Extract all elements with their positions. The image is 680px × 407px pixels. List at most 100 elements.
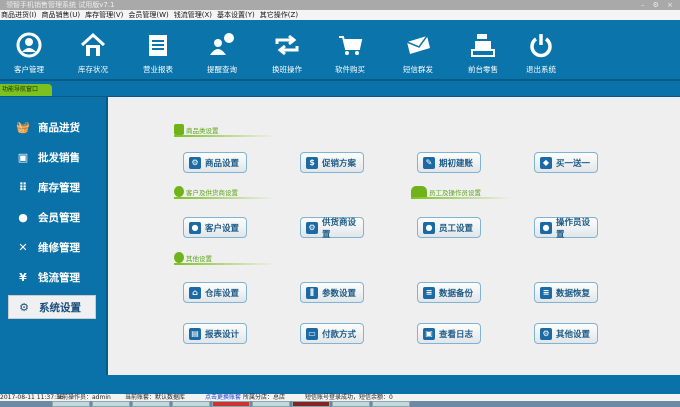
sidebar-item-repair[interactable]: ✕ 维修管理 — [8, 235, 96, 259]
menu-purchase[interactable]: 商品进货(I) — [1, 10, 37, 20]
data-restore-button[interactable]: ≡ 数据恢复 — [534, 282, 598, 303]
status-branch: 所属分店：总店 — [243, 394, 286, 401]
supplier-settings-button[interactable]: ⚙ 供货商设置 — [300, 217, 364, 240]
window-controls[interactable]: – ⚙ × — [641, 0, 676, 10]
section-customer-header: 客户及供货商设置 — [174, 185, 274, 199]
basket-icon: 🧺 — [16, 120, 30, 134]
staff-settings-button[interactable]: ● 员工设置 — [417, 217, 481, 238]
warehouse-settings-button[interactable]: ⌂ 仓库设置 — [183, 282, 247, 303]
taskbar-item[interactable] — [132, 401, 170, 407]
sidebar-item-label: 维修管理 — [38, 241, 80, 254]
sidebar-item-system-settings[interactable]: ⚙ 系统设置 — [8, 295, 96, 319]
toolbar-sms-button[interactable]: 短信群发 — [388, 32, 448, 75]
taskbar-item[interactable] — [292, 401, 330, 407]
nav-window-tab[interactable]: 功能导航窗口 — [0, 84, 52, 96]
data-backup-button[interactable]: ≡ 数据备份 — [417, 282, 481, 303]
toolbar-exit-button[interactable]: 退出系统 — [511, 32, 571, 75]
section-other-header: 其他设置 — [174, 251, 274, 265]
sidebar: 🧺 商品进货 ▣ 批发销售 ⠿ 库存管理 ● 会员管理 ✕ 维修管理 ¥ 钱流管理 ⚙ 系统设… — [0, 97, 106, 375]
taskbar-item[interactable] — [212, 401, 250, 407]
button-label: 买一送一 — [556, 158, 591, 169]
goods-settings-button[interactable]: ⚙ 商品设置 — [183, 152, 247, 173]
menu-other[interactable]: 其它操作(Z) — [260, 10, 298, 20]
operator-settings-button[interactable]: ● 操作员设置 — [534, 217, 598, 240]
sidebar-item-label: 库存管理 — [38, 181, 80, 194]
document-gear-icon: ≡ — [540, 286, 552, 299]
menu-members[interactable]: 会员管理(W) — [128, 10, 168, 20]
customer-settings-button[interactable]: ● 客户设置 — [183, 217, 247, 238]
document-pen-icon: ✎ — [423, 156, 435, 169]
sidebar-item-inventory[interactable]: ⠿ 库存管理 — [8, 175, 96, 199]
user-circle-icon — [0, 32, 59, 58]
toolbar-label: 营业报表 — [143, 65, 173, 74]
other-settings-button[interactable]: ⚙ 其他设置 — [534, 323, 598, 344]
menu-bar: 商品进货(I) 商品销售(U) 库存管理(V) 会员管理(W) 钱流管理(X) … — [0, 10, 680, 20]
section-title: 客户及供货商设置 — [186, 189, 238, 197]
notepad-icon — [128, 32, 188, 58]
report-design-button[interactable]: ▤ 报表设计 — [183, 323, 247, 344]
toolbar-label: 库存状况 — [78, 65, 108, 74]
toolbar-label: 前台零售 — [468, 65, 498, 74]
sidebar-item-purchase[interactable]: 🧺 商品进货 — [8, 115, 96, 139]
cash-register-icon — [453, 32, 513, 58]
taskbar-item[interactable] — [92, 401, 130, 407]
sidebar-item-label: 系统设置 — [39, 301, 81, 314]
person-icon: ● — [18, 210, 28, 224]
sidebar-item-members[interactable]: ● 会员管理 — [8, 205, 96, 229]
toolbar-retail-button[interactable]: 前台零售 — [453, 32, 513, 75]
section-title: 员工及操作员设置 — [429, 189, 481, 197]
toolbar-customer-button[interactable]: 客户管理 — [0, 32, 59, 75]
taskbar-item[interactable] — [332, 401, 370, 407]
gear-icon: ⚙ — [19, 300, 29, 314]
status-operator: 当前操作员：admin — [56, 394, 111, 401]
section-staff-header: 员工及操作员设置 — [411, 185, 511, 199]
button-label: 仓库设置 — [205, 288, 240, 299]
toolbar: 客户管理 库存状况 营业报表 提醒查询 换班操作 软件购买 短信群发 前台零售 … — [0, 20, 680, 81]
tag-icon: ◆ — [540, 156, 552, 169]
menu-sales[interactable]: 商品销售(U) — [42, 10, 81, 20]
toolbar-stock-button[interactable]: 库存状况 — [63, 32, 123, 75]
envelope-icon — [388, 32, 448, 58]
taskbar-item[interactable] — [372, 401, 410, 407]
payment-method-button[interactable]: ▭ 付款方式 — [300, 323, 364, 344]
button-label: 客户设置 — [205, 223, 240, 234]
taskbar-item[interactable] — [52, 401, 90, 407]
menu-cashflow[interactable]: 钱流管理(X) — [174, 10, 212, 20]
promotion-button[interactable]: $ 促销方案 — [300, 152, 364, 173]
document-gear-icon: ≡ — [423, 286, 435, 299]
status-account: 当前账套：默认数据库 — [125, 394, 186, 401]
toolbar-shift-button[interactable]: 换班操作 — [257, 32, 317, 75]
buy-one-get-one-button[interactable]: ◆ 买一送一 — [534, 152, 598, 173]
sidebar-item-wholesale[interactable]: ▣ 批发销售 — [8, 145, 96, 169]
button-label: 查看日志 — [439, 329, 474, 340]
section-title: 其他设置 — [186, 255, 212, 263]
button-label: 促销方案 — [322, 158, 357, 169]
gear-icon: ⚙ — [540, 327, 552, 340]
view-log-button[interactable]: ▣ 查看日志 — [417, 323, 481, 344]
button-label: 其他设置 — [556, 329, 591, 340]
user-gear-icon: ⚙ — [306, 221, 318, 234]
toolbar-report-button[interactable]: 营业报表 — [128, 32, 188, 75]
parameter-settings-button[interactable]: ⫼ 参数设置 — [300, 282, 364, 303]
button-label: 操作员设置 — [556, 217, 591, 240]
user-gear-icon — [174, 186, 184, 197]
button-label: 数据备份 — [439, 288, 474, 299]
toolbar-buy-button[interactable]: 软件购买 — [320, 32, 380, 75]
menu-inventory[interactable]: 库存管理(V) — [85, 10, 123, 20]
credit-card-icon: ▭ — [306, 327, 318, 340]
sidebar-item-label: 批发销售 — [38, 151, 80, 164]
taskbar-item[interactable] — [252, 401, 290, 407]
toolbar-reminder-button[interactable]: 提醒查询 — [192, 32, 252, 75]
sidebar-item-cashflow[interactable]: ¥ 钱流管理 — [8, 265, 96, 289]
menu-basic-settings[interactable]: 基本设置(Y) — [217, 10, 255, 20]
opening-balance-button[interactable]: ✎ 期初建账 — [417, 152, 481, 173]
taskbar-item[interactable] — [172, 401, 210, 407]
section-title: 商品类设置 — [186, 127, 219, 135]
gears-icon — [174, 252, 184, 263]
report-icon: ▤ — [189, 327, 201, 340]
swap-arrows-icon — [257, 32, 317, 58]
section-goods-header: 商品类设置 — [174, 123, 274, 137]
settings-panel: 商品类设置 客户及供货商设置 员工及操作员设置 其他设置 ⚙ 商品设置 $ 促销方案… — [106, 97, 680, 375]
switch-account-link[interactable]: 点击更换账套 — [205, 394, 241, 401]
user-icon: ● — [189, 221, 201, 234]
